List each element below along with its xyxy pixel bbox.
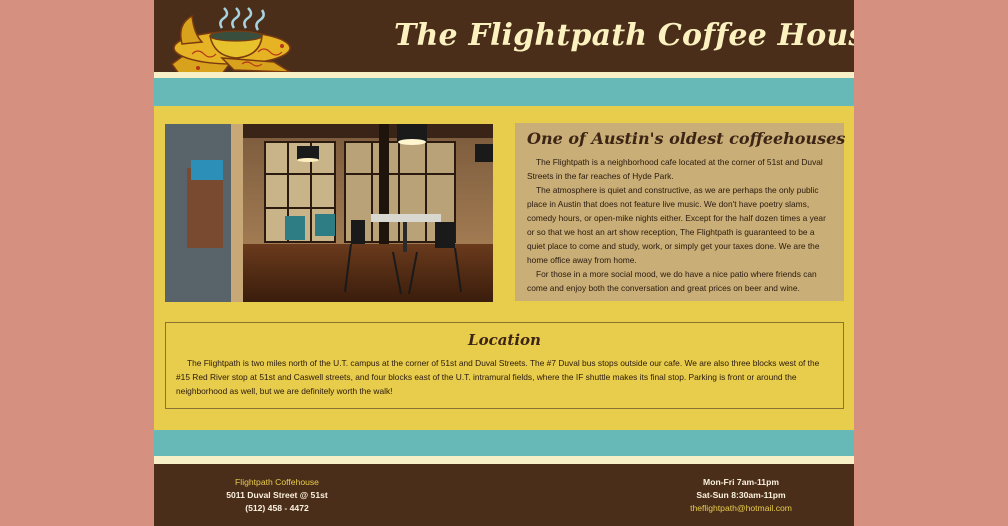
footer-hours-weekday: Mon-Fri 7am-11pm (703, 477, 779, 487)
top-teal-band (154, 78, 854, 106)
footer-business-name: Flightpath Coffehouse (235, 477, 319, 487)
cafe-interior-photo (165, 124, 493, 302)
site-title: The Flightpath Coffee House (394, 18, 854, 53)
about-paragraph: The atmosphere is quiet and constructive… (527, 185, 826, 265)
about-heading: One of Austin's oldest coffeehouses (527, 129, 846, 148)
about-paragraph: The Flightpath is a neighborhood cafe lo… (527, 157, 823, 181)
about-section: One of Austin's oldest coffeehouses The … (515, 123, 846, 301)
about-paragraph: For those in a more social mood, we do h… (527, 269, 817, 293)
site-footer: Flightpath Coffehouse 5011 Duval Street … (154, 464, 854, 526)
footer-address: 5011 Duval Street @ 51st (226, 490, 328, 500)
footer-hours-weekend: Sat-Sun 8:30am-11pm (696, 490, 786, 500)
footer-divider (154, 456, 854, 464)
footer-contact: Flightpath Coffehouse 5011 Duval Street … (157, 476, 397, 515)
site-header: The Flightpath Coffee House (154, 0, 854, 79)
location-heading: Location (468, 331, 541, 349)
location-text: The Flightpath is two miles north of the… (176, 358, 820, 396)
footer-phone: (512) 458 - 4472 (245, 503, 309, 513)
page-container: The Flightpath Coffee House One of Austi… (154, 0, 854, 526)
coffee-cup-airplane-logo-icon (170, 7, 293, 79)
footer-hours: Mon-Fri 7am-11pm Sat-Sun 8:30am-11pm the… (621, 476, 854, 515)
footer-email-link[interactable]: theflightpath@hotmail.com (621, 502, 854, 515)
bottom-teal-band (154, 430, 854, 456)
location-section: Location The Flightpath is two miles nor… (165, 322, 844, 409)
